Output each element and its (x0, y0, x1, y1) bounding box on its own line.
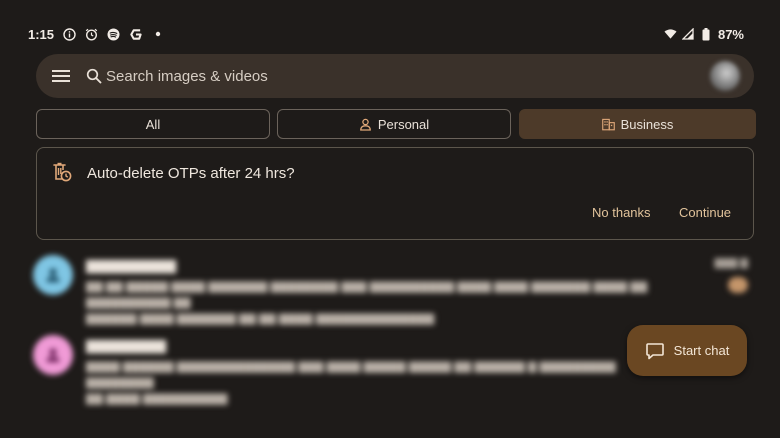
unread-badge (728, 277, 748, 293)
g-app-icon (129, 28, 142, 41)
search-icon (86, 68, 102, 84)
start-chat-button[interactable]: Start chat (627, 325, 747, 376)
contact-avatar (33, 335, 73, 375)
conversation-snippet: ▇▇ ▇▇ ▇▇▇▇▇ ▇▇▇▇ ▇▇▇▇▇▇▇ ▇▇▇▇▇▇▇▇ ▇▇▇ ▇▇… (86, 281, 648, 325)
tab-label: All (145, 116, 161, 132)
account-avatar[interactable] (710, 61, 740, 91)
status-bar: 1:15 87% (0, 22, 780, 46)
search-input[interactable] (106, 64, 666, 88)
spotify-icon (107, 28, 120, 41)
conversation-sender: ▇▇▇▇▇▇▇▇▇ (86, 258, 176, 273)
otp-banner: Auto-delete OTPs after 24 hrs? No thanks… (36, 147, 754, 240)
status-time: 1:15 (28, 26, 55, 42)
conversation-item[interactable]: ▇▇▇▇▇▇▇▇▇ ▇▇ ▇▇ ▇▇▇▇▇ ▇▇▇▇ ▇▇▇▇▇▇▇ ▇▇▇▇▇… (0, 255, 780, 325)
auto-delete-icon (52, 162, 72, 182)
search-bar[interactable] (36, 54, 754, 98)
cell-signal-icon (682, 28, 695, 41)
contact-avatar (33, 255, 73, 295)
conversation-sender: ▇▇▇▇▇▇▇▇ (86, 338, 166, 353)
battery-icon (700, 27, 713, 41)
conversation-time: ▇▇▇ ▇ (714, 258, 748, 269)
tab-all[interactable]: All (36, 109, 270, 139)
conversation-snippet: ▇▇▇▇ ▇▇▇▇▇▇ ▇▇▇▇▇▇▇▇▇▇▇▇▇▇ ▇▇▇ ▇▇▇▇ ▇▇▇▇… (86, 361, 616, 405)
alarm-icon (85, 28, 98, 41)
dot-icon (151, 28, 164, 41)
status-left: 1:15 (28, 22, 164, 46)
chat-bubble-icon (645, 341, 665, 361)
tab-business[interactable]: Business (519, 109, 756, 139)
continue-button[interactable]: Continue (679, 205, 731, 220)
start-chat-label: Start chat (673, 343, 730, 358)
tab-label: Business (620, 116, 674, 132)
banner-title: Auto-delete OTPs after 24 hrs? (87, 165, 295, 182)
person-icon (359, 118, 372, 131)
battery-level: 87% (717, 26, 744, 42)
tab-label: Personal (377, 116, 430, 132)
filter-tabs: All Personal Business (36, 109, 756, 139)
info-icon (63, 27, 76, 41)
wifi-icon (664, 28, 677, 41)
business-icon (601, 118, 615, 131)
no-thanks-button[interactable]: No thanks (592, 205, 651, 220)
status-right: 87% (664, 22, 744, 46)
menu-icon[interactable] (52, 67, 70, 85)
tab-personal[interactable]: Personal (277, 109, 511, 139)
